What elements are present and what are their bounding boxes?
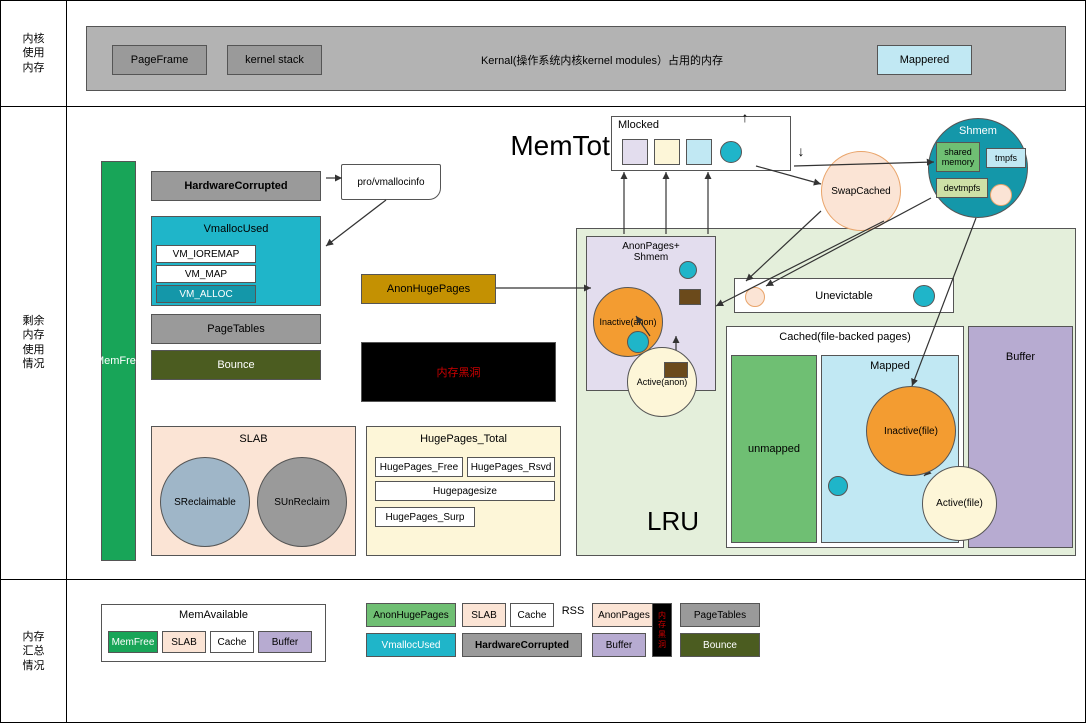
sharedmemory-box: shared memory xyxy=(936,142,980,172)
hardware-corrupted: HardwareCorrupted xyxy=(151,171,321,201)
hugepages-total-label: HugePages_Total xyxy=(420,433,507,445)
mlocked-box: Mlocked xyxy=(611,116,791,171)
mlocked-dot xyxy=(720,141,742,163)
section-label-remaining: 剩余 内存 使用 情况 xyxy=(1,106,66,579)
vm-ioremap: VM_IOREMAP xyxy=(156,245,256,263)
vmallocused-label: VmallocUsed xyxy=(204,223,269,235)
kernel-desc: Kernal(操作系统内核kernel modules）占用的内存 xyxy=(417,47,787,72)
unmapped-box: unmapped xyxy=(731,355,817,543)
hugepages-surp: HugePages_Surp xyxy=(375,507,475,527)
mlocked-swatch-cream xyxy=(654,139,680,165)
kernel-bar: PageFrame kernel stack Kernal(操作系统内核kern… xyxy=(86,26,1066,91)
summary-blackhole: 内 存 黑 洞 xyxy=(652,603,672,657)
unevictable-box: Unevictable xyxy=(734,278,954,313)
proc-vmallocinfo: pro/vmallocinfo xyxy=(341,164,441,200)
mlocked-label: Mlocked xyxy=(618,119,659,131)
arrow-down-icon: ↓ xyxy=(794,144,808,158)
memavailable-box: MemAvailable MemFree SLAB Cache Buffer xyxy=(101,604,326,662)
diagram-root: 内核 使用 内存 剩余 内存 使用 情况 内存 汇总 情况 PageFrame … xyxy=(0,0,1086,723)
slab-box: SLAB SReclaimable SUnReclaim xyxy=(151,426,356,556)
active-anon-circle: Active(anon) xyxy=(627,347,697,417)
vm-alloc: VM_ALLOC xyxy=(156,285,256,303)
unevictable-label: Unevictable xyxy=(815,290,872,302)
summary-buffer: Buffer xyxy=(258,631,312,653)
memory-map: MemTotal MemFree HardwareCorrupted Vmall… xyxy=(66,106,1086,579)
vmallocused-box: VmallocUsed VM_IOREMAP VM_MAP VM_ALLOC xyxy=(151,216,321,306)
summary-cache2: Cache xyxy=(510,603,554,627)
cached-label: Cached(file-backed pages) xyxy=(779,331,910,343)
summary-hwcorrupt: HardwareCorrupted xyxy=(462,633,582,657)
dot-teal xyxy=(679,261,697,279)
sunreclaim-circle: SUnReclaim xyxy=(257,457,347,547)
active-anon-label: Active(anon) xyxy=(637,377,688,387)
summary-vmallocused: VmallocUsed xyxy=(366,633,456,657)
summary-bounce: Bounce xyxy=(680,633,760,657)
vm-map: VM_MAP xyxy=(156,265,256,283)
swatch-brown-2 xyxy=(664,362,688,378)
pageframe-box: PageFrame xyxy=(112,45,207,75)
hugepages-total-box: HugePages_Total HugePages_Free HugePages… xyxy=(366,426,561,556)
summary-buffer2: Buffer xyxy=(592,633,646,657)
memavailable-label: MemAvailable xyxy=(179,609,248,621)
blackhole-box: 内存黑洞 xyxy=(361,342,556,402)
mapped-dot xyxy=(828,476,848,496)
shmem-dot-peach xyxy=(990,184,1012,206)
mapped-label: Mapped xyxy=(870,360,910,372)
summary-row: MemAvailable MemFree SLAB Cache Buffer A… xyxy=(66,579,1086,724)
mappered-box: Mappered xyxy=(877,45,972,75)
summary-slab2: SLAB xyxy=(462,603,506,627)
pagetables-box: PageTables xyxy=(151,314,321,344)
lru-label: LRU xyxy=(647,506,699,537)
anonpages-shmem-label: AnonPages+ Shmem xyxy=(622,241,680,263)
summary-anonhuge: AnonHugePages xyxy=(366,603,456,627)
slab-label: SLAB xyxy=(239,433,267,445)
mlocked-swatch-lavender xyxy=(622,139,648,165)
hugepagesize: Hugepagesize xyxy=(375,481,555,501)
inactive-file-circle: Inactive(file) xyxy=(866,386,956,476)
section-label-summary: 内存 汇总 情况 xyxy=(1,579,66,724)
rss-label: RSS xyxy=(558,601,588,621)
section-label-kernel: 内核 使用 内存 xyxy=(1,1,66,106)
hugepages-rsvd: HugePages_Rsvd xyxy=(467,457,555,477)
bounce-box: Bounce xyxy=(151,350,321,380)
summary-pagetables: PageTables xyxy=(680,603,760,627)
tmpfs-box: tmpfs xyxy=(986,148,1026,168)
shmem-label: Shmem xyxy=(959,125,997,137)
swatch-brown xyxy=(679,289,701,305)
mlocked-swatch-blue xyxy=(686,139,712,165)
devtmpfs-box: devtmpfs xyxy=(936,178,988,198)
unevictable-dot-teal xyxy=(913,285,935,307)
kernel-stack-box: kernel stack xyxy=(227,45,322,75)
dot-teal-2 xyxy=(627,331,649,353)
hugepages-free: HugePages_Free xyxy=(375,457,463,477)
memfree-bar: MemFree xyxy=(101,161,136,561)
anonpages-shmem-box: AnonPages+ Shmem Inactive(anon) Active(a… xyxy=(586,236,716,391)
arrow-up-icon: ↑ xyxy=(738,110,752,124)
sreclaimable-circle: SReclaimable xyxy=(160,457,250,547)
unevictable-dot-peach xyxy=(745,287,765,307)
summary-slab: SLAB xyxy=(162,631,206,653)
swapcached-circle: SwapCached xyxy=(821,151,901,231)
summary-cache: Cache xyxy=(210,631,254,653)
summary-anonpages: AnonPages xyxy=(592,603,656,627)
active-file-circle: Active(file) xyxy=(922,466,997,541)
anonhugepages-box: AnonHugePages xyxy=(361,274,496,304)
summary-memfree: MemFree xyxy=(108,631,158,653)
